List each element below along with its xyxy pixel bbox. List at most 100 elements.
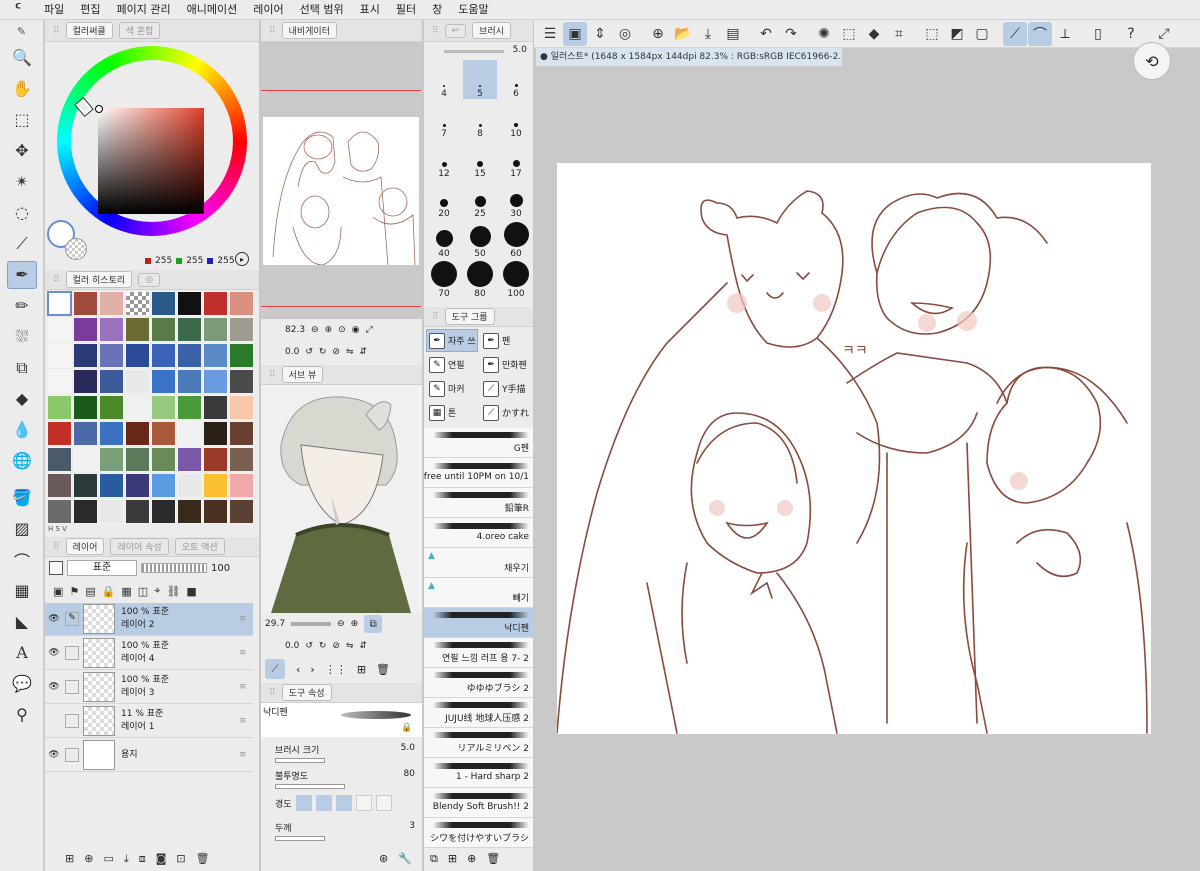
document-tab[interactable]: ● 일러스트* (1648 x 1584px 144dpi 82.3% : RG…: [536, 48, 842, 66]
menu-page[interactable]: 페이지 관리: [109, 0, 179, 20]
color-swatch[interactable]: [203, 473, 228, 498]
layer-edit-target-icon[interactable]: [65, 680, 79, 694]
subview-link-icon[interactable]: ⧉: [364, 615, 383, 633]
color-swatch[interactable]: [99, 343, 124, 368]
zoom-tool-icon[interactable]: 🔍: [0, 42, 44, 73]
apply-mask-icon[interactable]: ⊡: [176, 852, 185, 866]
subview-rotate-left-icon[interactable]: ↺: [305, 641, 313, 651]
eraser-tool-icon[interactable]: ◆: [0, 383, 44, 414]
clear-icon[interactable]: ⬚: [837, 22, 861, 46]
layer-color-icon[interactable]: [49, 561, 63, 575]
color-swatch[interactable]: [125, 395, 150, 420]
new-folder-icon[interactable]: ▭: [103, 852, 113, 866]
brush-size-preset[interactable]: 7: [427, 100, 461, 139]
color-swatch[interactable]: [229, 369, 254, 394]
subview-angle-value[interactable]: 0.0: [285, 641, 299, 651]
transfer-layer-icon[interactable]: ⤓: [124, 852, 129, 866]
menu-view[interactable]: 표시: [352, 0, 388, 20]
property-reset-icon[interactable]: ⊛: [379, 852, 388, 865]
flip-horizontal-icon[interactable]: ⇋: [346, 347, 354, 357]
color-swatch[interactable]: [125, 421, 150, 446]
blend-mode-select[interactable]: 표준: [67, 560, 137, 576]
draft-icon[interactable]: ▤: [85, 585, 95, 598]
brush-item[interactable]: シワを付けやすいブラシ: [424, 818, 533, 848]
color-swatch[interactable]: [177, 369, 202, 394]
snap-ruler-icon[interactable]: ⟋: [1003, 21, 1027, 46]
object-tool-icon[interactable]: ⬚: [0, 104, 44, 135]
subview-flip-v-icon[interactable]: ⇵: [360, 641, 368, 651]
create-mask-icon[interactable]: ◙: [156, 852, 167, 866]
layer-edit-target-icon[interactable]: ✎: [65, 612, 79, 626]
save-file-icon[interactable]: ⤓: [696, 22, 720, 46]
subview-delete-icon[interactable]: 🗑: [376, 663, 390, 676]
color-swatch[interactable]: [47, 317, 72, 342]
delete-layer-icon[interactable]: 🗑: [196, 852, 210, 866]
move-tool-icon[interactable]: ✥: [0, 135, 44, 166]
menu-edit[interactable]: 편집: [72, 0, 108, 20]
layer-edit-target-icon[interactable]: [65, 748, 79, 762]
mask-icon[interactable]: ◫: [138, 585, 148, 598]
rotate-canvas-icon[interactable]: ⟲: [1133, 42, 1171, 80]
subview-next-icon[interactable]: ›: [310, 663, 314, 676]
drawing-canvas[interactable]: ㅋㅋ: [556, 163, 1151, 734]
brush-size-preset[interactable]: 6: [499, 60, 533, 99]
lock-icon[interactable]: 🔒: [102, 585, 116, 598]
hardness-step-4[interactable]: [355, 795, 372, 811]
color-swatch[interactable]: [203, 317, 228, 342]
opacity-prop-slider[interactable]: [275, 784, 345, 789]
invert-selection-icon[interactable]: ◩: [945, 22, 969, 46]
link-icon[interactable]: ⛓: [166, 585, 180, 598]
color-swatch[interactable]: [99, 291, 124, 316]
hand-tool-icon[interactable]: ✋: [0, 73, 44, 104]
snap-special-ruler-icon[interactable]: ⌒: [1028, 21, 1052, 46]
color-swatch[interactable]: [177, 473, 202, 498]
tab-tool-property[interactable]: 도구 속성: [281, 684, 332, 701]
brush-add-icon[interactable]: ⊞: [448, 852, 457, 866]
brush-item[interactable]: JUJU线 地球人压感 2: [424, 698, 533, 728]
tool-group-item[interactable]: ▦ 톤: [426, 401, 478, 424]
rotate-right-icon[interactable]: ↻: [319, 347, 327, 357]
brush-delete-icon[interactable]: 🗑: [486, 852, 500, 866]
color-swatch[interactable]: [125, 343, 150, 368]
brush-size-preset[interactable]: 80: [463, 260, 497, 299]
menu-filter[interactable]: 필터: [388, 0, 424, 20]
tool-group-item[interactable]: ✒ 펜: [480, 329, 532, 352]
color-swatch[interactable]: [99, 499, 124, 524]
color-swatch[interactable]: [229, 343, 254, 368]
pencil-tool-icon[interactable]: ✏: [0, 290, 44, 321]
bucket-tool-icon[interactable]: 🪣: [0, 482, 44, 513]
airbrush-tool-icon[interactable]: ⛆: [0, 321, 44, 352]
undo-icon[interactable]: ↶: [754, 22, 778, 46]
color-swatch[interactable]: [47, 369, 72, 394]
brush-size-preset[interactable]: 20: [427, 180, 461, 219]
layer-row[interactable]: 👁 100 % 표준 레이어 4 ≡: [45, 637, 253, 670]
color-swatch[interactable]: [177, 395, 202, 420]
color-swatch[interactable]: [125, 447, 150, 472]
tab-subview[interactable]: 서브 뷰: [281, 366, 324, 383]
brush-item[interactable]: 4.oreo cake: [424, 518, 533, 548]
tool-group-item[interactable]: ✎ 마커: [426, 377, 478, 400]
color-swatch[interactable]: [73, 291, 98, 316]
fit-icon[interactable]: ⊙: [338, 325, 346, 335]
color-swatch[interactable]: [177, 499, 202, 524]
brush-item[interactable]: ▲ 빼기: [424, 578, 533, 608]
subview-zoom-slider[interactable]: [291, 622, 332, 626]
color-swatch[interactable]: [229, 447, 254, 472]
curve-tool-icon[interactable]: ⌒: [0, 544, 44, 575]
magic-wand-icon[interactable]: ✴: [0, 166, 44, 197]
color-swatch[interactable]: [229, 421, 254, 446]
color-swatch[interactable]: [47, 395, 72, 420]
color-swatch[interactable]: [73, 447, 98, 472]
layer-visibility-eye-icon[interactable]: 👁: [45, 750, 63, 760]
hardness-step-3[interactable]: [335, 795, 352, 811]
tab-color-wheel[interactable]: 컬러써클: [65, 22, 113, 39]
brush-size-preset[interactable]: 12: [427, 140, 461, 179]
fullscreen-icon[interactable]: ⤢: [366, 325, 373, 335]
subview-image[interactable]: [261, 385, 422, 613]
brush-item[interactable]: 1 - Hard sharp 2: [424, 758, 533, 788]
hamburger-menu-icon[interactable]: ☰: [538, 22, 562, 46]
layer-visibility-eye-icon[interactable]: 👁: [45, 682, 63, 692]
merge-down-icon[interactable]: ⧈: [139, 852, 146, 866]
snap-grid-icon[interactable]: ⟂: [1053, 22, 1077, 46]
subview-zoom-out-icon[interactable]: ⊖: [337, 619, 345, 629]
